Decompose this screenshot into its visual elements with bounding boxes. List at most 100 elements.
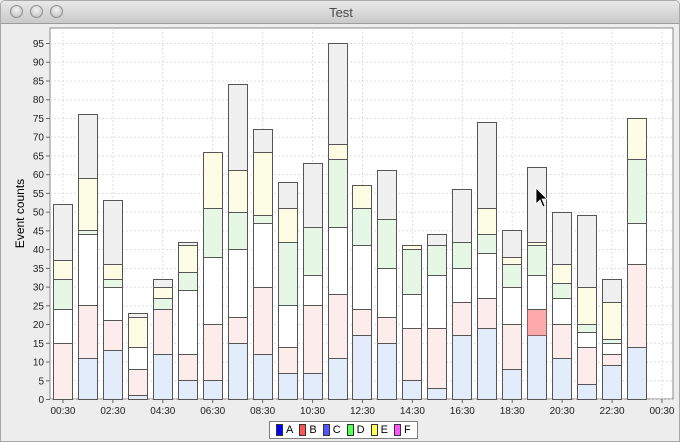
bar-segment-f[interactable] <box>452 189 472 243</box>
bar-segment-c[interactable] <box>402 294 422 329</box>
bar-segment-d[interactable] <box>377 219 397 269</box>
bar-segment-e[interactable] <box>602 302 622 340</box>
bar-segment-c[interactable] <box>577 332 597 348</box>
bar-segment-d[interactable] <box>178 272 198 291</box>
bar-segment-a[interactable] <box>577 384 597 400</box>
stacked-bar-chart[interactable]: 0 5 10 15 20 25 30 35 40 45 50 55 60 65 70 75 80 85 90 95 00… <box>1 23 680 419</box>
bar-segment-e[interactable] <box>352 185 372 209</box>
bar-segment-c[interactable] <box>228 249 248 318</box>
bar-segment-e[interactable] <box>328 144 348 160</box>
bar-segment-d[interactable] <box>203 208 223 258</box>
bar-segment-c[interactable] <box>103 287 123 321</box>
bar-segment-b[interactable] <box>303 305 323 374</box>
bar-segment-d[interactable] <box>577 324 597 333</box>
bar-segment-f[interactable] <box>577 215 597 288</box>
bar-segment-a[interactable] <box>203 380 223 400</box>
bar-segment-c[interactable] <box>602 343 622 355</box>
bar-segment-c[interactable] <box>78 234 98 306</box>
bar-segment-c[interactable] <box>477 253 497 299</box>
bar-segment-a[interactable] <box>627 347 647 400</box>
bar-segment-f[interactable] <box>128 313 148 318</box>
bar-segment-d[interactable] <box>303 227 323 276</box>
bar-segment-a[interactable] <box>427 388 447 400</box>
bar-segment-a[interactable] <box>527 335 547 400</box>
bar-segment-d[interactable] <box>502 264 522 288</box>
bar-segment-b[interactable] <box>128 369 148 396</box>
bar-segment-e[interactable] <box>178 245 198 273</box>
bar-segment-c[interactable] <box>178 290 198 355</box>
bar-segment-f[interactable] <box>278 182 298 209</box>
bar-segment-a[interactable] <box>552 358 572 400</box>
bar-segment-a[interactable] <box>78 358 98 400</box>
bar-segment-d[interactable] <box>253 215 273 224</box>
bar-segment-a[interactable] <box>128 395 148 400</box>
bar-segment-b[interactable] <box>377 317 397 344</box>
bar-segment-c[interactable] <box>303 275 323 306</box>
bar-segment-b[interactable] <box>278 347 298 374</box>
bar-segment-d[interactable] <box>452 242 472 269</box>
bar-segment-e[interactable] <box>502 257 522 265</box>
bar-segment-e[interactable] <box>203 152 223 209</box>
bar-segment-c[interactable] <box>203 257 223 325</box>
bar-segment-a[interactable] <box>153 354 173 400</box>
bar-segment-c[interactable] <box>53 309 73 344</box>
bar-segment-c[interactable] <box>552 298 572 325</box>
bar-segment-e[interactable] <box>103 264 123 280</box>
bar-segment-e[interactable] <box>402 245 422 250</box>
bar-segment-a[interactable] <box>352 335 372 400</box>
bar-segment-c[interactable] <box>502 287 522 325</box>
bar-segment-b[interactable] <box>78 305 98 359</box>
bar-segment-e[interactable] <box>577 287 597 325</box>
bar-segment-d[interactable] <box>427 245 447 276</box>
bar-segment-f[interactable] <box>502 230 522 258</box>
bar-segment-d[interactable] <box>103 279 123 288</box>
bar-segment-d[interactable] <box>402 249 422 295</box>
bar-segment-f[interactable] <box>303 163 323 228</box>
bar-segment-b[interactable] <box>253 287 273 355</box>
bar-segment-b[interactable] <box>427 328 447 389</box>
bar-segment-a[interactable] <box>402 380 422 400</box>
bar-segment-b[interactable] <box>527 309 547 336</box>
bar-segment-f[interactable] <box>552 212 572 265</box>
bar-segment-e[interactable] <box>153 287 173 299</box>
bar-segment-b[interactable] <box>477 298 497 329</box>
bar-segment-c[interactable] <box>527 275 547 310</box>
bar-segment-f[interactable] <box>377 170 397 220</box>
bar-segment-e[interactable] <box>477 208 497 235</box>
bar-segment-b[interactable] <box>103 320 123 351</box>
bar-segment-d[interactable] <box>352 208 372 246</box>
bar-segment-c[interactable] <box>128 347 148 370</box>
bar-segment-c[interactable] <box>377 268 397 318</box>
bar-segment-c[interactable] <box>253 223 273 288</box>
bar-segment-b[interactable] <box>178 354 198 381</box>
bar-segment-d[interactable] <box>228 212 248 250</box>
bar-segment-b[interactable] <box>577 347 597 385</box>
bar-segment-b[interactable] <box>203 324 223 381</box>
bar-segment-a[interactable] <box>178 380 198 400</box>
bar-segment-f[interactable] <box>253 129 273 153</box>
bar-segment-e[interactable] <box>627 118 647 160</box>
bar-segment-b[interactable] <box>627 264 647 348</box>
bar-segment-b[interactable] <box>352 309 372 336</box>
bar-segment-d[interactable] <box>627 159 647 224</box>
bar-segment-e[interactable] <box>278 208 298 243</box>
bar-segment-d[interactable] <box>477 234 497 254</box>
bar-segment-e[interactable] <box>552 264 572 284</box>
bar-segment-a[interactable] <box>328 358 348 400</box>
bar-segment-a[interactable] <box>602 365 622 400</box>
bar-segment-f[interactable] <box>178 242 198 246</box>
bar-segment-f[interactable] <box>328 43 348 145</box>
bar-segment-c[interactable] <box>352 245 372 310</box>
bar-segment-f[interactable] <box>103 200 123 265</box>
bar-segment-c[interactable] <box>627 223 647 265</box>
bar-segment-a[interactable] <box>377 343 397 400</box>
bar-segment-c[interactable] <box>452 268 472 303</box>
bar-segment-d[interactable] <box>552 283 572 299</box>
bar-segment-f[interactable] <box>153 279 173 288</box>
bar-segment-d[interactable] <box>278 242 298 306</box>
bar-segment-f[interactable] <box>427 234 447 246</box>
bar-segment-d[interactable] <box>53 279 73 310</box>
bar-segment-b[interactable] <box>328 294 348 359</box>
bar-segment-f[interactable] <box>78 114 98 179</box>
bar-segment-b[interactable] <box>452 302 472 336</box>
